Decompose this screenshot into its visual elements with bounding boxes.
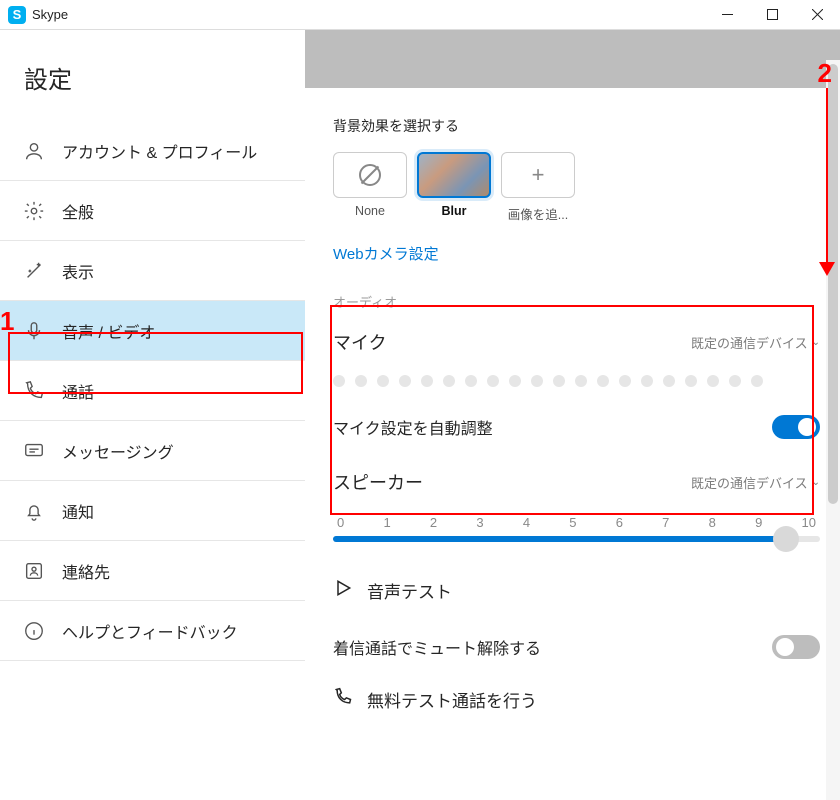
speaker-device-value: 既定の通信デバイス: [691, 473, 808, 492]
gear-icon: [22, 199, 46, 223]
sidebar-item-label: アカウント & プロフィール: [62, 139, 257, 163]
phone-icon: [333, 687, 353, 712]
annotation-2-label: 2: [818, 58, 832, 89]
unmute-incoming-row: 着信通話でミュート解除する: [333, 635, 820, 659]
sidebar-item-label: 通話: [62, 379, 94, 403]
bg-option-none[interactable]: None: [333, 152, 407, 223]
free-test-call-label: 無料テスト通話を行う: [367, 687, 537, 712]
slider-ticks: 012345678910: [333, 515, 820, 536]
audio-test-label: 音声テスト: [367, 578, 452, 603]
sidebar-item-label: ヘルプとフィードバック: [62, 619, 238, 643]
mic-device-value: 既定の通信デバイス: [691, 333, 808, 352]
sidebar-item-appearance[interactable]: 表示: [0, 241, 305, 301]
unmute-incoming-toggle[interactable]: [772, 635, 820, 659]
annotation-2-arrow: [826, 88, 829, 274]
sidebar-item-label: 連絡先: [62, 559, 110, 583]
camera-preview: [305, 30, 840, 88]
sidebar-item-help[interactable]: ヘルプとフィードバック: [0, 601, 305, 661]
maximize-button[interactable]: [750, 0, 795, 30]
bg-caption: None: [355, 204, 385, 218]
chevron-down-icon: ⌄: [812, 477, 820, 488]
auto-adjust-label: マイク設定を自動調整: [333, 415, 493, 439]
bell-icon: [22, 499, 46, 523]
slider-fill: [333, 536, 786, 542]
speaker-device-select[interactable]: 既定の通信デバイス ⌄: [691, 473, 820, 492]
info-icon: [22, 619, 46, 643]
contacts-icon: [22, 559, 46, 583]
auto-adjust-row: マイク設定を自動調整: [333, 415, 820, 439]
mic-vu-meter: [333, 375, 820, 387]
window-controls: [705, 0, 840, 30]
slider-thumb[interactable]: [773, 526, 799, 552]
user-icon: [22, 139, 46, 163]
mic-icon: [22, 319, 46, 343]
scrollbar-thumb[interactable]: [828, 64, 838, 504]
bg-option-add-image[interactable]: + 画像を追...: [501, 152, 575, 223]
settings-sidebar: 設定 アカウント & プロフィール 全般 表示 音声 / ビデオ 通話 メッセー…: [0, 30, 305, 800]
sidebar-item-contacts[interactable]: 連絡先: [0, 541, 305, 601]
close-button[interactable]: [795, 0, 840, 30]
sidebar-item-notifications[interactable]: 通知: [0, 481, 305, 541]
settings-title: 設定: [0, 30, 305, 121]
webcam-settings-link[interactable]: Webカメラ設定: [333, 243, 439, 264]
mic-device-select[interactable]: 既定の通信デバイス ⌄: [691, 333, 820, 352]
sidebar-item-label: 音声 / ビデオ: [62, 319, 155, 343]
sidebar-item-label: 表示: [62, 259, 94, 283]
speaker-label: スピーカー: [333, 469, 423, 495]
titlebar-left: S Skype: [8, 6, 68, 24]
sidebar-item-account[interactable]: アカウント & プロフィール: [0, 121, 305, 181]
sidebar-item-label: メッセージング: [62, 439, 174, 463]
settings-main: 背景効果を選択する None Blur + 画像を追... Webカメラ設定 オ…: [305, 30, 840, 800]
mic-label: マイク: [333, 329, 387, 355]
bg-effect-options: None Blur + 画像を追...: [333, 152, 820, 223]
chat-icon: [22, 439, 46, 463]
bg-caption: 画像を追...: [508, 204, 568, 223]
minimize-button[interactable]: [705, 0, 750, 30]
audio-test-button[interactable]: 音声テスト: [333, 578, 820, 603]
sidebar-item-label: 通知: [62, 499, 94, 523]
unmute-incoming-label: 着信通話でミュート解除する: [333, 635, 541, 659]
play-icon: [333, 578, 353, 603]
sidebar-item-calling[interactable]: 通話: [0, 361, 305, 421]
annotation-1-label: 1: [0, 306, 14, 337]
sidebar-item-audio-video[interactable]: 音声 / ビデオ: [0, 301, 305, 361]
slider-track: [333, 536, 820, 542]
bg-effect-label: 背景効果を選択する: [333, 116, 820, 136]
sidebar-item-messaging[interactable]: メッセージング: [0, 421, 305, 481]
speaker-row: スピーカー 既定の通信デバイス ⌄: [333, 469, 820, 495]
mic-row: マイク 既定の通信デバイス ⌄: [333, 329, 820, 355]
skype-logo: S: [8, 6, 26, 24]
plus-icon: +: [532, 162, 545, 188]
sidebar-item-label: 全般: [62, 199, 94, 223]
sidebar-item-general[interactable]: 全般: [0, 181, 305, 241]
auto-adjust-toggle[interactable]: [772, 415, 820, 439]
chevron-down-icon: ⌄: [812, 337, 820, 348]
audio-heading: オーディオ: [333, 292, 820, 311]
titlebar: S Skype: [0, 0, 840, 30]
free-test-call-row[interactable]: 無料テスト通話を行う: [333, 687, 820, 712]
app-title: Skype: [32, 7, 68, 22]
speaker-volume-slider[interactable]: 012345678910: [333, 515, 820, 542]
wand-icon: [22, 259, 46, 283]
phone-icon: [22, 379, 46, 403]
none-icon: [359, 164, 381, 186]
bg-caption: Blur: [442, 204, 467, 218]
bg-option-blur[interactable]: Blur: [417, 152, 491, 223]
